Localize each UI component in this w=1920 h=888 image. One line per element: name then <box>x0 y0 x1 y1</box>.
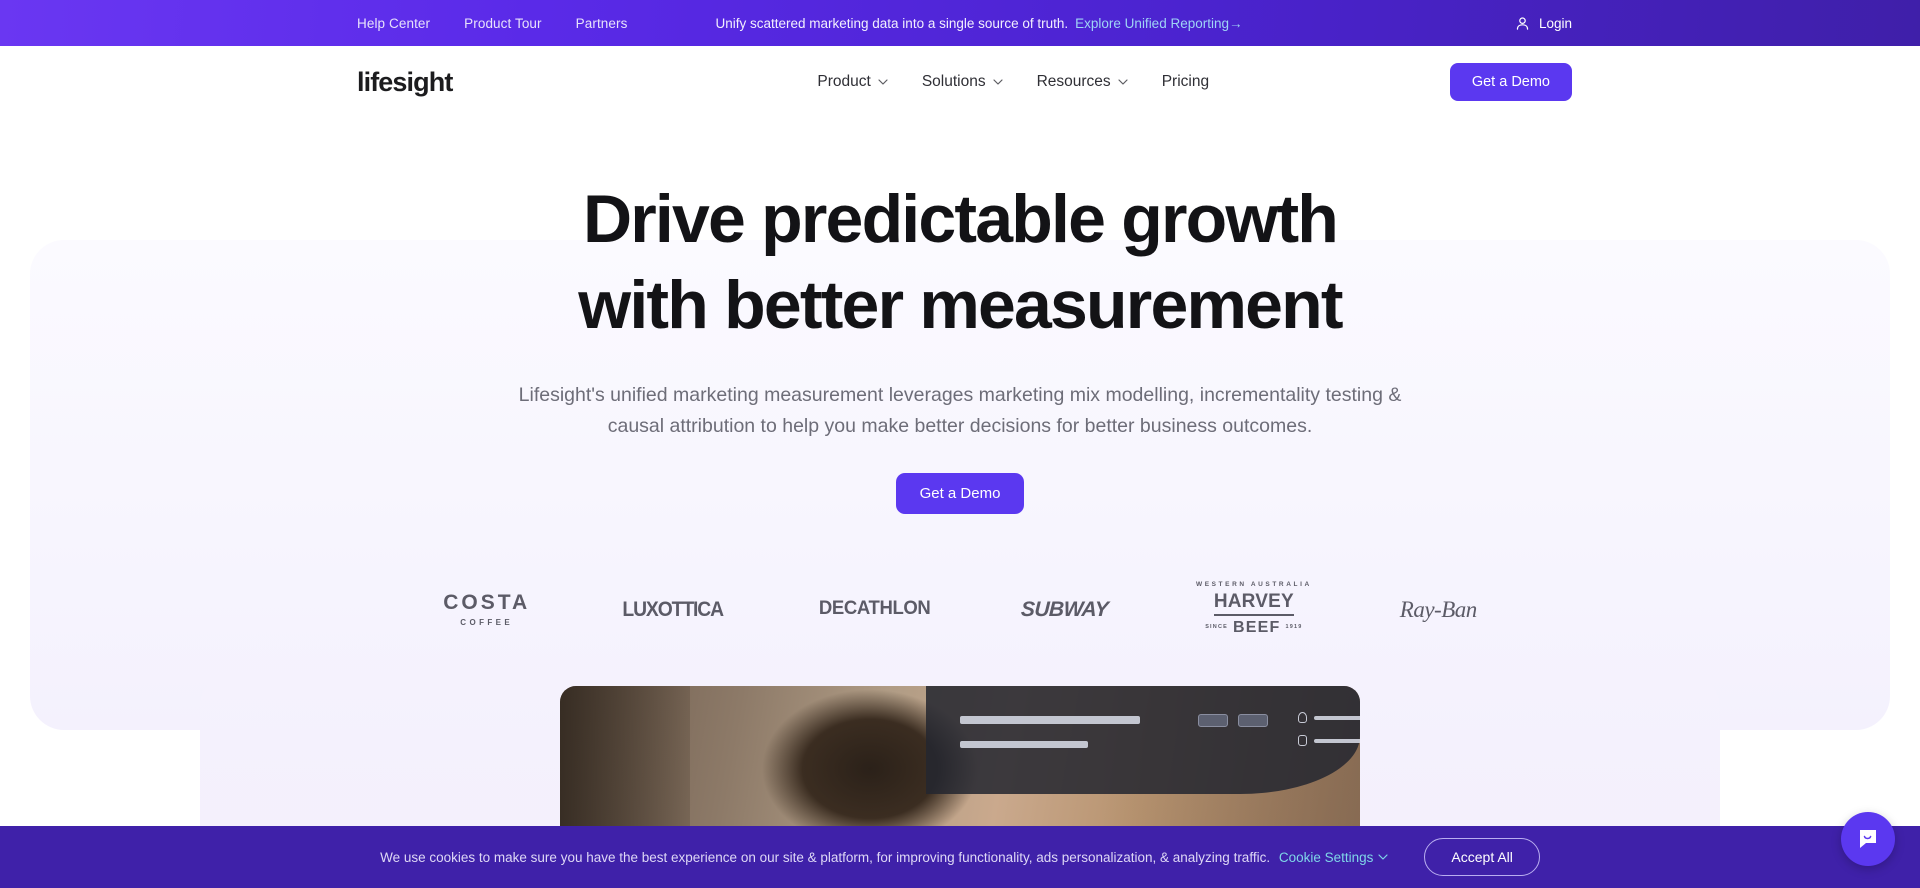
announcement-links: Help Center Product Tour Partners <box>357 16 627 31</box>
hero-subheadline: Lifesight's unified marketing measuremen… <box>518 384 1402 437</box>
rayban-main: Ray-Ban <box>1399 596 1477 622</box>
login-label: Login <box>1538 15 1572 31</box>
harvey-year: 1919 <box>1285 624 1303 630</box>
harvey-since: SINCE <box>1205 624 1228 630</box>
overlay-list-bar-two <box>1314 739 1360 743</box>
cookie-settings-link[interactable]: Cookie Settings <box>1279 850 1389 865</box>
cookie-banner-text: We use cookies to make sure you have the… <box>380 849 1271 865</box>
brand-logo-subway: SUBWAY <box>1020 597 1109 621</box>
chat-bubble-icon <box>1860 830 1876 848</box>
overlay-bar-primary <box>960 716 1140 724</box>
nav-label-resources: Resources <box>1036 73 1111 90</box>
harvey-main: HARVEY <box>1213 592 1294 616</box>
explore-unified-reporting-link[interactable]: Explore Unified Reporting→ <box>1075 16 1242 31</box>
hero-content: Drive predictable growth with better mea… <box>0 118 1920 514</box>
announce-link-partners[interactable]: Partners <box>576 16 628 31</box>
overlay-chip-one <box>1198 714 1228 727</box>
headline-line-2: with better measurement <box>578 267 1343 343</box>
subway-main: SUBWAY <box>1020 597 1109 621</box>
nav-item-resources[interactable]: Resources <box>1037 73 1128 91</box>
chevron-down-icon <box>1118 79 1128 85</box>
announce-link-help-center[interactable]: Help Center <box>357 16 430 31</box>
nav-label-pricing: Pricing <box>1161 73 1210 90</box>
overlay-list-icon-two <box>1298 735 1307 746</box>
hero-get-a-demo-button[interactable]: Get a Demo <box>895 473 1025 514</box>
accept-all-button[interactable]: Accept All <box>1424 838 1540 876</box>
nav-item-pricing[interactable]: Pricing <box>1162 73 1209 91</box>
announce-link-product-tour[interactable]: Product Tour <box>464 16 542 31</box>
decathlon-main: DECATHLON <box>818 597 931 620</box>
cookie-settings-label: Cookie Settings <box>1278 849 1374 865</box>
luxottica-main: LUXOTTICA <box>622 597 725 621</box>
hero-section: Drive predictable growth with better mea… <box>0 118 1920 888</box>
brand-logo-costa-coffee: COSTA COFFEE <box>443 592 530 627</box>
overlay-bar-secondary <box>960 741 1088 748</box>
lifesight-logo[interactable]: lifesight <box>357 68 453 96</box>
announcement-message: Unify scattered marketing data into a si… <box>715 15 1069 31</box>
page-title: Drive predictable growth with better mea… <box>420 176 1500 348</box>
costa-main: COSTA <box>443 590 531 614</box>
chevron-down-icon <box>992 79 1003 85</box>
nav-label-product: Product <box>817 73 871 90</box>
brand-logo-harvey-beef: WESTERN AUSTRALIA HARVEY SINCE BEEF 1919 <box>1196 582 1312 636</box>
nav-label-solutions: Solutions <box>921 73 986 90</box>
chevron-down-icon <box>878 79 888 85</box>
announcement-message-group: Unify scattered marketing data into a si… <box>715 16 1242 31</box>
harvey-row: SINCE BEEF 1919 <box>1205 618 1303 636</box>
chat-widget-button[interactable] <box>1841 812 1895 866</box>
announcement-bar: Help Center Product Tour Partners Unify … <box>0 0 1920 46</box>
header-get-a-demo-button[interactable]: Get a Demo <box>1449 63 1572 101</box>
site-header: lifesight Product Solutions Resources Pr… <box>0 46 1920 118</box>
cookie-banner-text-group: We use cookies to make sure you have the… <box>380 849 1389 865</box>
main-navigation: Product Solutions Resources Pricing <box>817 73 1209 91</box>
page-root: Help Center Product Tour Partners Unify … <box>0 0 1920 888</box>
customer-logo-strip: COSTA COFFEE LUXOTTICA DECATHLON SUBWAY … <box>0 574 1920 644</box>
brand-logo-luxottica: LUXOTTICA <box>618 599 727 620</box>
costa-sub: COFFEE <box>460 617 514 627</box>
overlay-chip-two <box>1238 714 1268 727</box>
overlay-list-icon-one <box>1298 712 1307 723</box>
chevron-down-icon <box>1378 854 1389 860</box>
brand-logo-decathlon: DECATHLON <box>816 599 933 619</box>
harvey-top: WESTERN AUSTRALIA <box>1195 581 1312 589</box>
nav-item-solutions[interactable]: Solutions <box>922 73 1003 91</box>
headline-line-1: Drive predictable growth <box>582 181 1339 257</box>
user-icon <box>1516 16 1529 30</box>
brand-logo-ray-ban: Ray-Ban <box>1400 598 1477 621</box>
dashboard-overlay-panel <box>926 686 1360 794</box>
nav-item-product[interactable]: Product <box>817 73 888 91</box>
login-link[interactable]: Login <box>1515 16 1572 31</box>
overlay-list-bar-one <box>1314 716 1360 720</box>
harvey-sub: BEEF <box>1233 618 1281 636</box>
cookie-banner: We use cookies to make sure you have the… <box>0 826 1920 888</box>
